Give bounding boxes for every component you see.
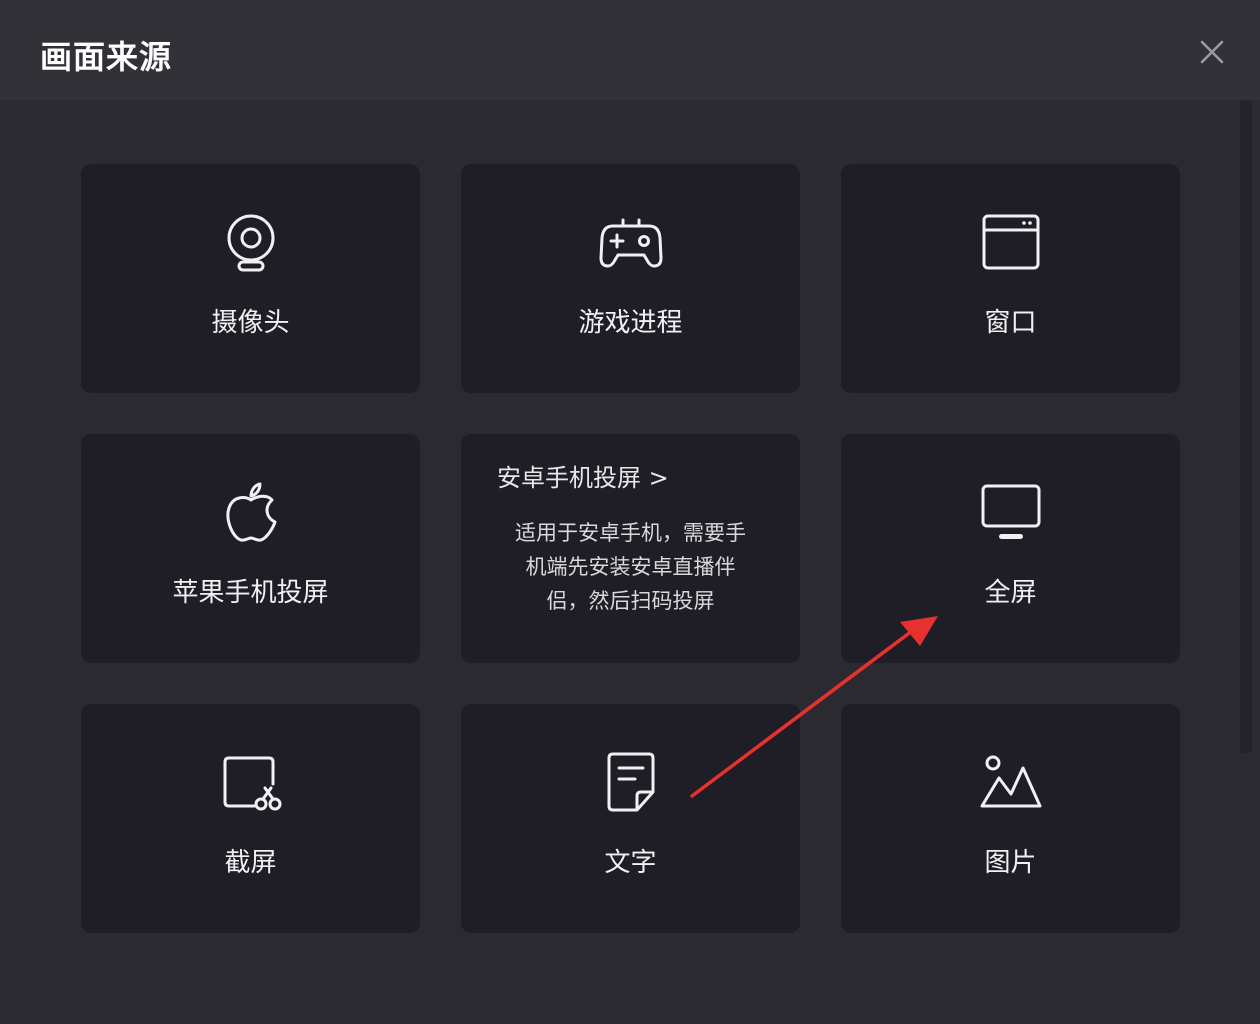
description-line: 侣，然后扫码投屏 [546,589,715,613]
source-card-label: 图片 [984,848,1037,878]
scrollbar[interactable] [1240,100,1252,753]
source-card-label: 苹果手机投屏 [172,578,329,608]
source-card-label: 摄像头 [211,308,290,338]
webcam-icon [227,214,274,272]
source-card-label: 游戏进程 [578,308,683,338]
source-card-label: 窗口 [984,308,1037,338]
screenshot-icon [223,756,281,811]
source-card-label: 截屏 [224,848,277,878]
gamepad-icon [599,218,662,268]
text-note-icon [607,752,654,812]
source-card-window[interactable]: 窗口 [841,164,1180,393]
source-card-android-mirror[interactable]: 安卓手机投屏 > 适用于安卓手机，需要手 机端先安装安卓直播伴 侣，然后扫码投屏 [461,434,800,663]
description-line: 适用于安卓手机，需要手 [515,521,746,545]
image-icon [980,755,1041,808]
dialog-titlebar: 画面来源 [0,0,1260,100]
source-card-camera[interactable]: 摄像头 [81,164,420,393]
android-mirror-description: 适用于安卓手机，需要手 机端先安装安卓直播伴 侣，然后扫码投屏 [489,516,772,618]
source-card-fullscreen[interactable]: 全屏 [841,434,1180,663]
source-card-label: 文字 [604,848,657,878]
monitor-icon [981,484,1040,539]
source-card-screenshot[interactable]: 截屏 [81,704,420,933]
android-mirror-title[interactable]: 安卓手机投屏 > [497,458,669,493]
source-card-image[interactable]: 图片 [841,704,1180,933]
dialog-title: 画面来源 [40,38,173,76]
source-card-text[interactable]: 文字 [461,704,800,933]
source-card-label: 全屏 [984,578,1037,608]
source-card-iphone-mirror[interactable]: 苹果手机投屏 [81,434,420,663]
close-icon[interactable] [1194,34,1230,70]
description-line: 机端先安装安卓直播伴 [525,555,736,579]
apple-icon [226,482,276,542]
source-card-game-process[interactable]: 游戏进程 [461,164,800,393]
window-icon [982,214,1039,270]
